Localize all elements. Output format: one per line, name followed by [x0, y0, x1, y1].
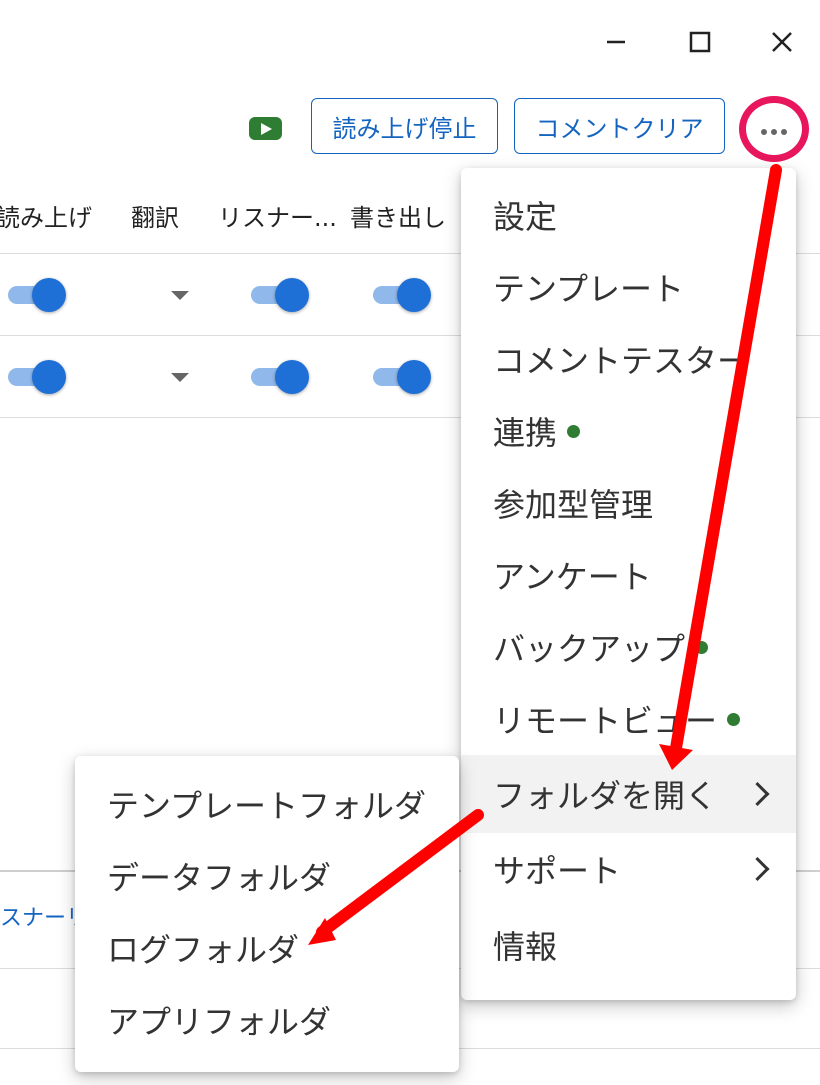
annotation-overlay — [308, 164, 782, 945]
annotation-arrow-down — [659, 164, 782, 770]
annotation-arrow-left — [308, 809, 484, 945]
